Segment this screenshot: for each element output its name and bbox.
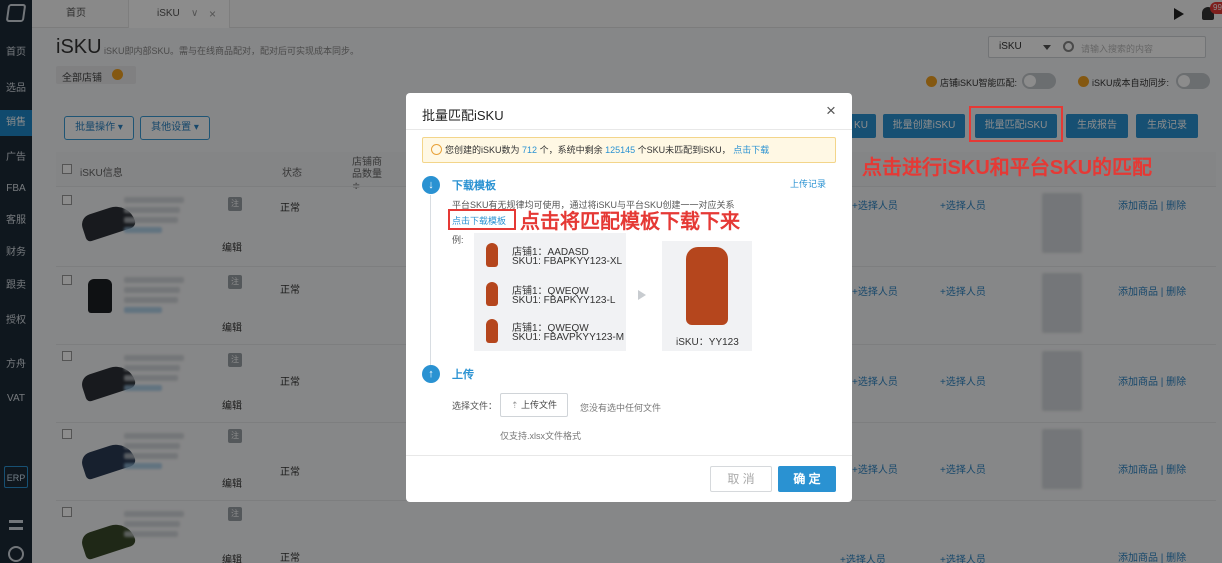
arrow-right-icon xyxy=(638,290,646,300)
example-result-label: iSKU：YY123 xyxy=(676,337,739,348)
example-label: 例: xyxy=(452,235,464,245)
product-image xyxy=(486,282,498,306)
annotation-match-hint: 点击进行iSKU和平台SKU的匹配 xyxy=(862,157,1153,179)
example-sku: SKU1: FBAPKYY123-XL xyxy=(512,256,623,267)
upload-step-icon: ↑ xyxy=(422,365,440,383)
example-row: 店铺1：AADASD SKU1: FBAPKYY123-XL xyxy=(480,238,626,274)
annotation-box-download xyxy=(448,209,516,230)
modal-title: 批量匹配iSKU xyxy=(422,108,504,123)
batch-match-modal: 批量匹配iSKU × 您创建的iSKU数为 712 个，系统中剩余 125145… xyxy=(406,93,852,502)
annotation-download-hint: 点击将匹配模板下载下来 xyxy=(520,211,740,233)
product-image xyxy=(486,319,498,343)
modal-divider xyxy=(406,129,852,130)
modal-close-icon[interactable]: × xyxy=(826,101,836,121)
notice-text: 您创建的iSKU数为 712 个，系统中剩余 125145 个SKU未匹配到iS… xyxy=(445,138,769,162)
modal-footer-divider xyxy=(406,455,852,456)
example-sku: SKU1: FBAPKYY123-L xyxy=(512,295,616,306)
example-row: 店铺1：QWEQW SKU1: FBAVPKYY123-M xyxy=(480,314,626,350)
upload-record-link[interactable]: 上传记录 xyxy=(790,177,826,190)
example-sku: SKU1: FBAVPKYY123-M xyxy=(512,332,625,343)
notice-pre: 您创建的iSKU数为 xyxy=(445,145,520,155)
product-image xyxy=(486,243,498,267)
download-step-icon: ↓ xyxy=(422,176,440,194)
step1-title: 下载模板 xyxy=(452,180,496,192)
confirm-button[interactable]: 确 定 xyxy=(778,466,836,492)
product-image xyxy=(686,247,728,325)
notice-post: 个SKU未匹配到iSKU， xyxy=(637,145,731,155)
example-result-panel: iSKU：YY123 xyxy=(662,241,752,351)
no-file-text: 您没有选中任何文件 xyxy=(580,403,662,413)
example-row: 店铺1：QWEQW SKU1: FBAPKYY123-L xyxy=(480,277,626,313)
choose-file-label: 选择文件： xyxy=(452,401,498,411)
notice-isku-count: 712 xyxy=(522,145,538,155)
annotation-box-match xyxy=(969,106,1063,142)
step-timeline xyxy=(430,195,431,365)
notice-sku-count: 125145 xyxy=(605,145,636,155)
upload-icon: ⇡ xyxy=(510,400,522,410)
warning-icon xyxy=(431,144,442,155)
upload-file-button[interactable]: ⇡ 上传文件 xyxy=(500,393,568,417)
notice-download-link[interactable]: 点击下载 xyxy=(733,145,769,155)
cancel-button[interactable]: 取 消 xyxy=(710,466,772,492)
notice-mid: 个，系统中剩余 xyxy=(539,145,603,155)
format-hint: 仅支持.xlsx文件格式 xyxy=(500,431,582,441)
upload-file-label: 上传文件 xyxy=(521,400,558,410)
notice-bar: 您创建的iSKU数为 712 个，系统中剩余 125145 个SKU未匹配到iS… xyxy=(422,137,836,163)
step2-title: 上传 xyxy=(452,369,474,381)
